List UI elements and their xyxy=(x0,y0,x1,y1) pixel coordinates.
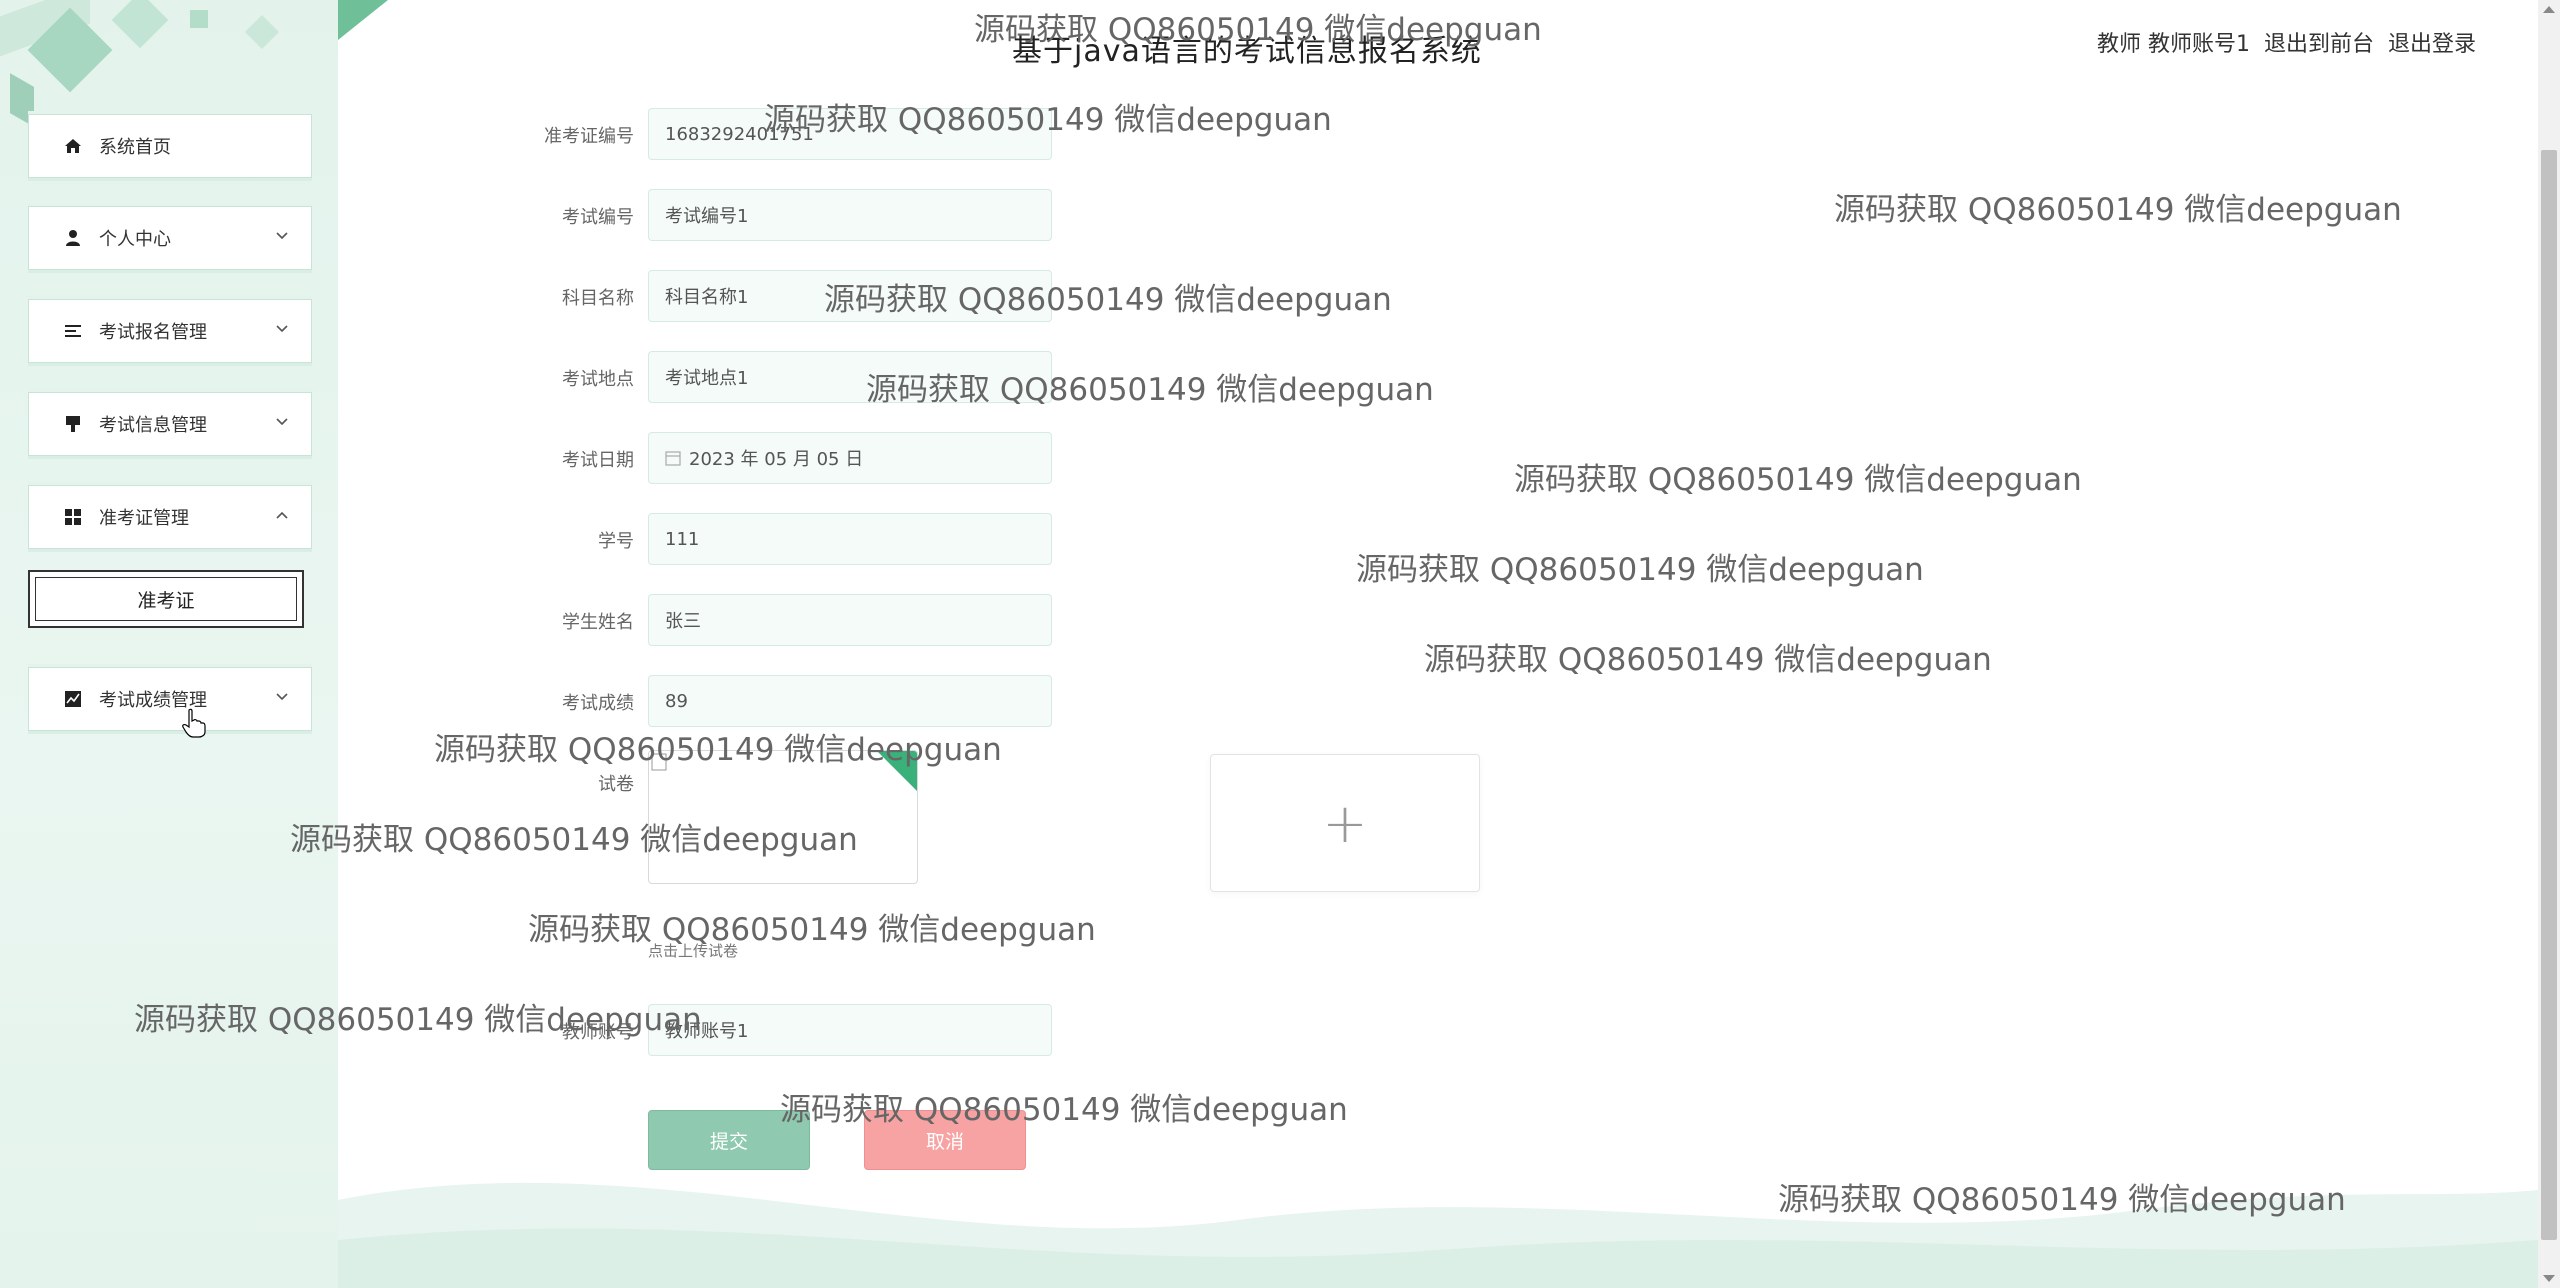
scroll-up-arrow-icon[interactable] xyxy=(2543,6,2555,13)
sidebar-item-admission-ticket[interactable]: 准考证管理 xyxy=(28,485,312,549)
sidebar-subitem-admission-ticket[interactable]: 准考证 xyxy=(28,570,304,628)
student-name-field[interactable]: 张三 xyxy=(648,594,1052,646)
field-label: 学号 xyxy=(598,531,634,552)
watermark: 源码获取 QQ86050149 微信deepguan xyxy=(824,282,1392,318)
exam-date-field[interactable]: 2023 年 05 月 05 日 xyxy=(648,432,1052,484)
logout-link[interactable]: 退出登录 xyxy=(2388,26,2476,58)
list-icon xyxy=(63,321,83,341)
field-label: 学生姓名 xyxy=(562,612,634,633)
field-label: 科目名称 xyxy=(562,288,634,309)
sidebar-item-label: 个人中心 xyxy=(99,229,171,250)
paper-label: 试卷 xyxy=(598,774,634,795)
scrollbar-thumb[interactable] xyxy=(2541,150,2557,1240)
sidebar-item-exam-scores[interactable]: 考试成绩管理 xyxy=(28,667,312,731)
sidebar-item-label: 考试信息管理 xyxy=(99,415,207,436)
sidebar-item-personal-center[interactable]: 个人中心 xyxy=(28,206,312,270)
scroll-down-arrow-icon[interactable] xyxy=(2543,1275,2555,1282)
sidebar-subitem-label: 准考证 xyxy=(137,589,195,612)
user-label: 教师 教师账号1 xyxy=(2096,32,2250,57)
corner-decoration xyxy=(338,0,388,40)
watermark: 源码获取 QQ86050149 微信deepguan xyxy=(1514,462,2082,498)
sidebar-item-label: 考试报名管理 xyxy=(99,322,207,343)
watermark: 源码获取 QQ86050149 微信deepguan xyxy=(764,102,1332,138)
hand-cursor-icon xyxy=(182,708,206,738)
sidebar-decoration xyxy=(245,15,279,49)
watermark: 源码获取 QQ86050149 微信deepguan xyxy=(290,822,858,858)
watermark: 源码获取 QQ86050149 微信deepguan xyxy=(1834,192,2402,228)
exam-score-field[interactable]: 89 xyxy=(648,675,1052,727)
watermark: 源码获取 QQ86050149 微信deepguan xyxy=(866,372,1434,408)
sidebar-item-home[interactable]: 系统首页 xyxy=(28,114,312,178)
watermark: 源码获取 QQ86050149 微信deepguan xyxy=(780,1092,1348,1128)
exam-date-value: 2023 年 05 月 05 日 xyxy=(689,449,864,470)
chevron-down-icon xyxy=(276,325,288,333)
top-bar: 教师 教师账号1 退出到前台 退出登录 xyxy=(2097,26,2476,58)
sidebar-decoration xyxy=(111,0,169,49)
home-icon xyxy=(63,136,83,156)
field-label: 准考证编号 xyxy=(544,126,634,147)
plus-icon: + xyxy=(1322,791,1368,855)
sidebar-decoration xyxy=(190,10,208,28)
sidebar-item-label: 准考证管理 xyxy=(99,508,189,529)
field-label: 考试编号 xyxy=(562,207,634,228)
watermark: 源码获取 QQ86050149 微信deepguan xyxy=(134,1002,702,1038)
watermark: 源码获取 QQ86050149 微信deepguan xyxy=(1778,1182,2346,1218)
user-icon xyxy=(63,228,83,248)
chevron-down-icon xyxy=(276,693,288,701)
sidebar: 系统首页 个人中心 考试报名管理 考试信息管理 准考证管理 准考证 考试成绩管理 xyxy=(0,0,338,1288)
watermark: 源码获取 QQ86050149 微信deepguan xyxy=(434,732,1002,768)
chevron-up-icon xyxy=(276,511,288,519)
watermark: 源码获取 QQ86050149 微信deepguan xyxy=(528,912,1096,948)
chevron-down-icon xyxy=(276,418,288,426)
field-label: 考试地点 xyxy=(562,369,634,390)
calendar-icon xyxy=(665,451,681,466)
back-to-front-link[interactable]: 退出到前台 xyxy=(2264,26,2374,58)
sidebar-item-exam-info[interactable]: 考试信息管理 xyxy=(28,392,312,456)
chevron-down-icon xyxy=(276,232,288,240)
page-scrollbar[interactable] xyxy=(2538,0,2560,1288)
teacher-account-field[interactable]: 教师账号1 xyxy=(648,1004,1052,1056)
sidebar-item-exam-registration[interactable]: 考试报名管理 xyxy=(28,299,312,363)
student-id-field[interactable]: 111 xyxy=(648,513,1052,565)
sidebar-item-label: 系统首页 xyxy=(99,137,171,158)
grid-icon xyxy=(63,507,83,527)
paper-upload-button[interactable]: + xyxy=(1210,754,1480,892)
watermark: 源码获取 QQ86050149 微信deepguan xyxy=(1356,552,1924,588)
brush-icon xyxy=(63,414,83,434)
watermark: 源码获取 QQ86050149 微信deepguan xyxy=(1424,642,1992,678)
watermark: 源码获取 QQ86050149 微信deepguan xyxy=(974,12,1542,48)
field-label: 考试成绩 xyxy=(562,693,634,714)
exam-number-field[interactable]: 考试编号1 xyxy=(648,189,1052,241)
chart-icon xyxy=(63,689,83,709)
field-label: 考试日期 xyxy=(562,450,634,471)
